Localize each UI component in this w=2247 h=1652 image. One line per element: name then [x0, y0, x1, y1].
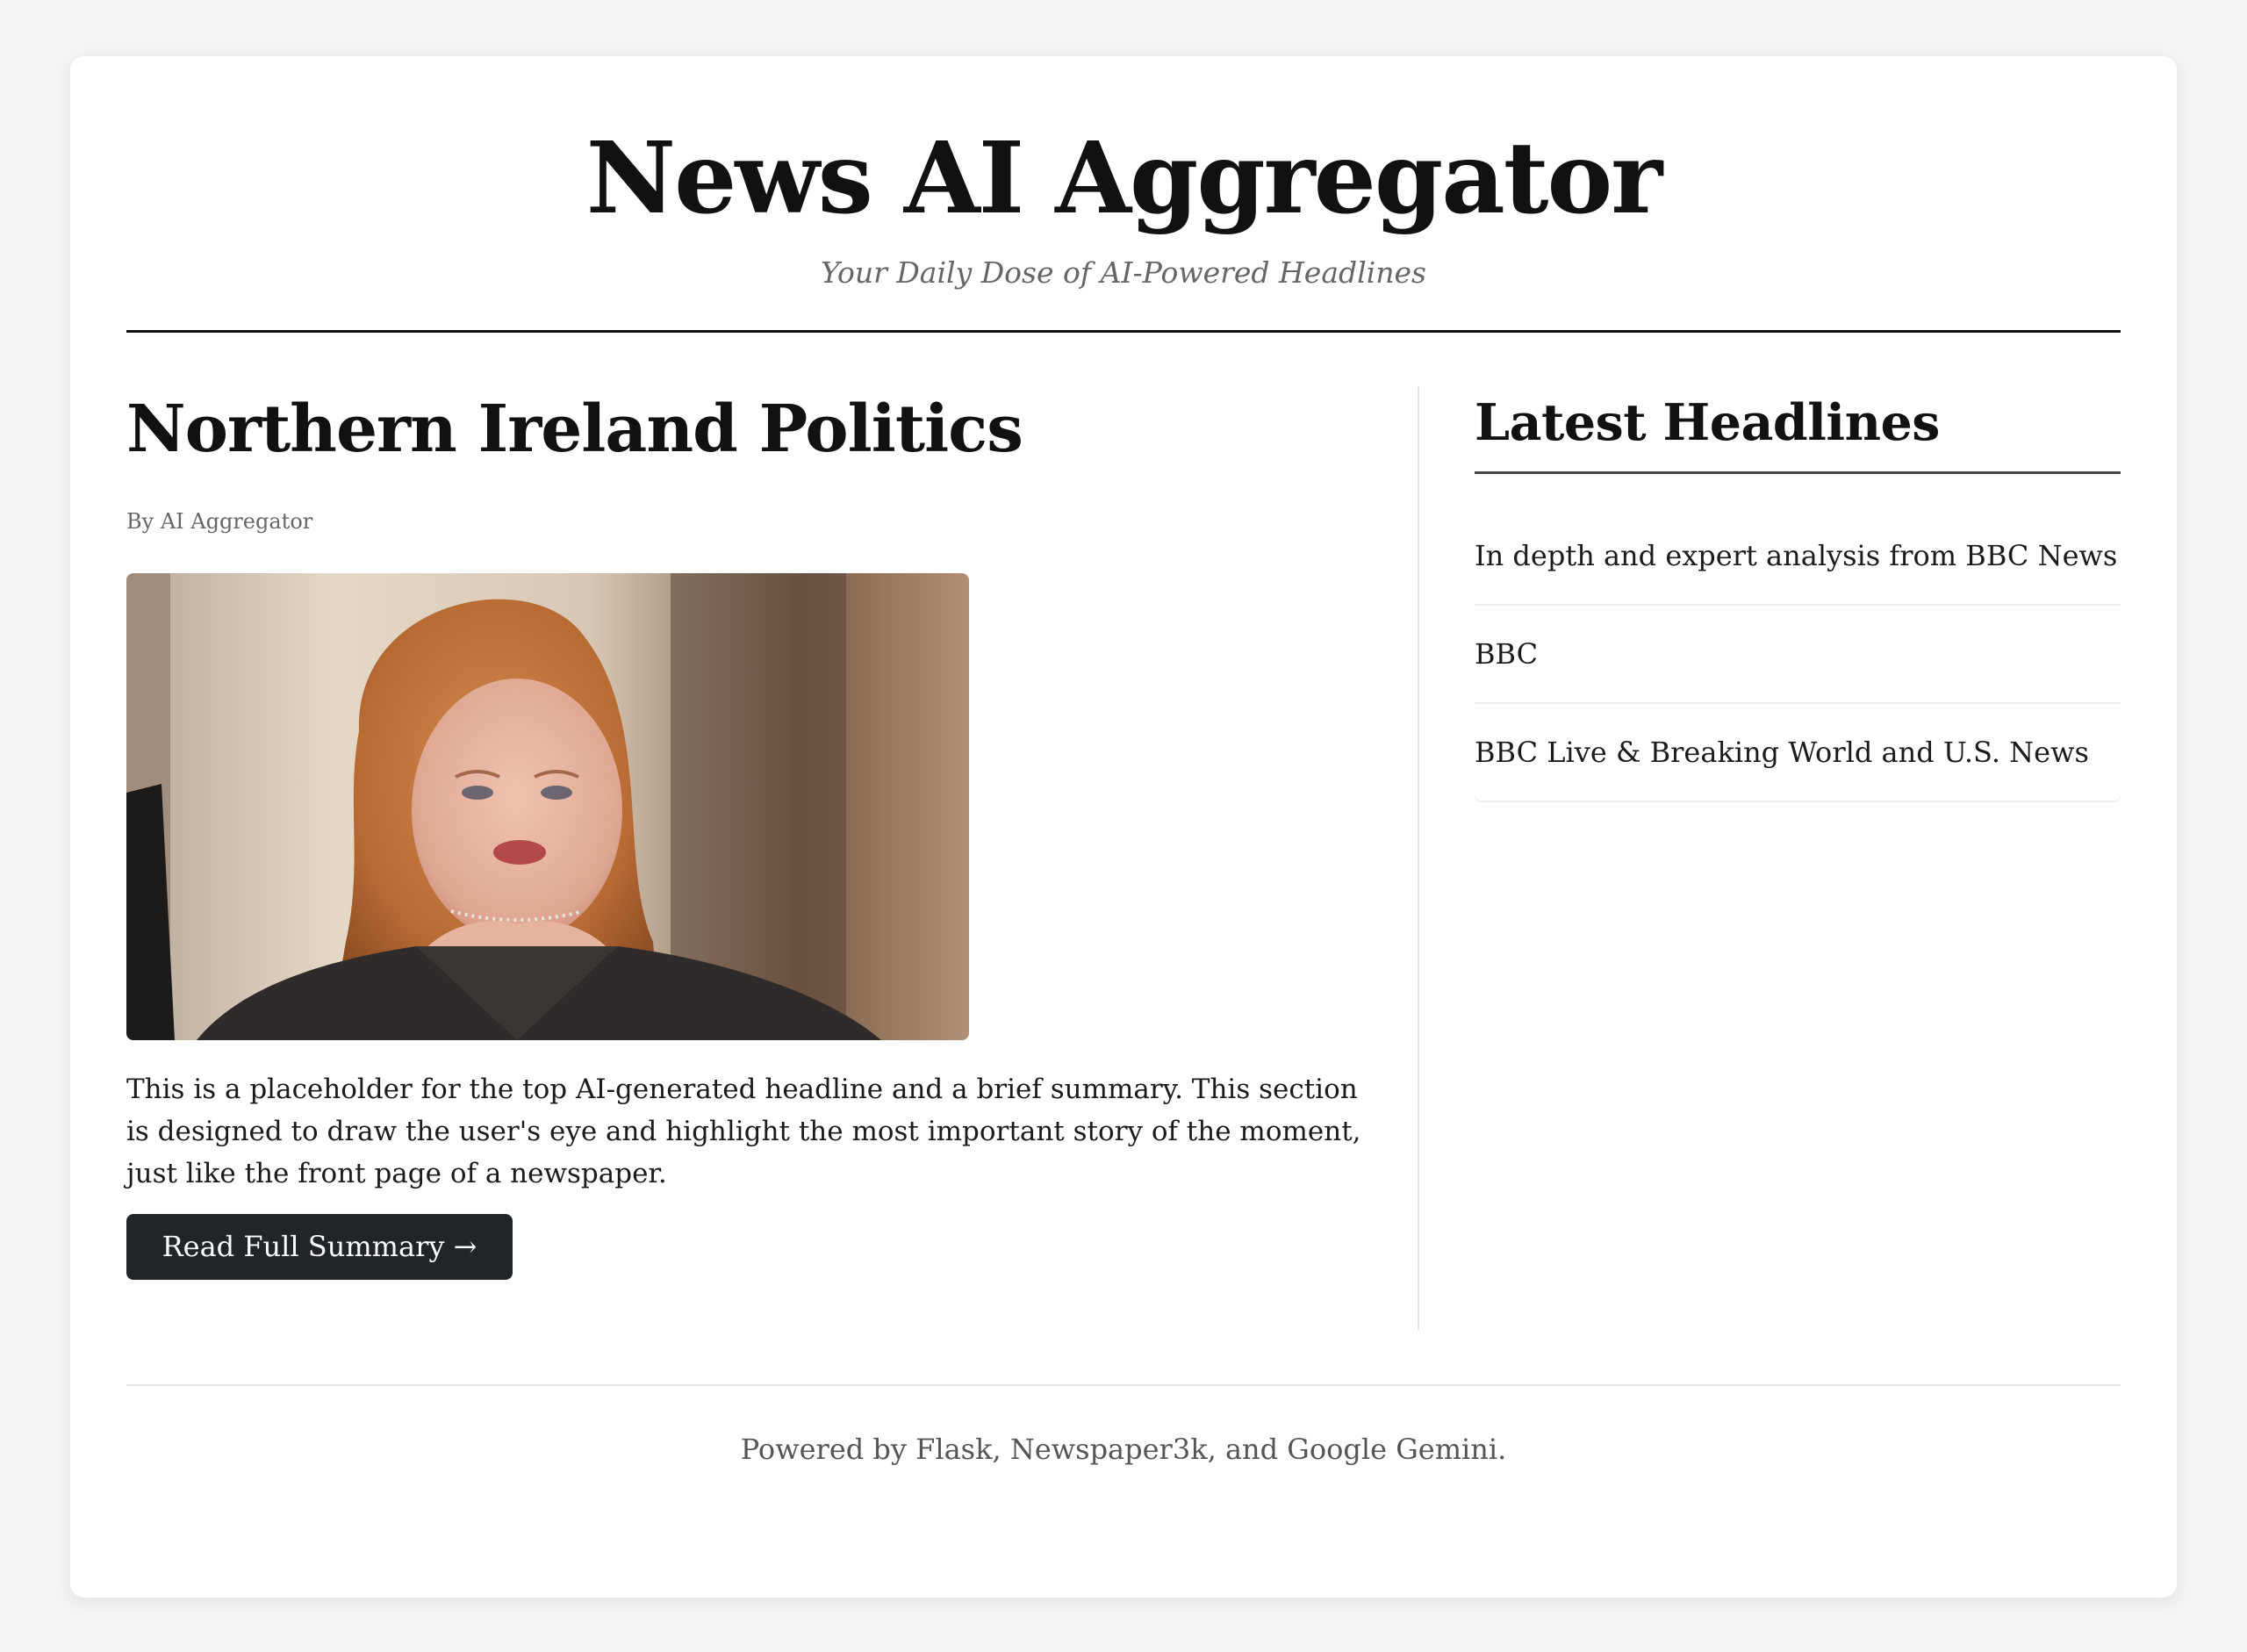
headline-item[interactable]: BBC Live & Breaking World and U.S. News: [1475, 704, 2121, 802]
top-story-title[interactable]: Northern Ireland Politics: [126, 385, 1417, 473]
page-footer: Powered by Flask, Newspaper3k, and Googl…: [126, 1384, 2121, 1467]
headline-list: In depth and expert analysis from BBC Ne…: [1475, 507, 2121, 802]
read-full-summary-button[interactable]: Read Full Summary →: [126, 1214, 513, 1280]
latest-headlines-sidebar: Latest Headlines In depth and expert ana…: [1475, 385, 2121, 802]
footer-text: Powered by Flask, Newspaper3k, and Googl…: [740, 1433, 1507, 1466]
top-story-image[interactable]: [126, 573, 969, 1040]
top-story-summary: This is a placeholder for the top AI-gen…: [126, 1074, 1361, 1189]
top-story: Northern Ireland Politics By AI Aggregat…: [126, 385, 1417, 1280]
column-divider: [1418, 386, 1419, 1330]
masthead: News AI Aggregator Your Daily Dose of AI…: [126, 56, 2121, 333]
sidebar-title: Latest Headlines: [1475, 385, 2121, 474]
page-card: News AI Aggregator Your Daily Dose of AI…: [70, 56, 2177, 1598]
headline-item[interactable]: BBC: [1475, 606, 2121, 704]
site-title: News AI Aggregator: [585, 121, 1663, 236]
headline-item[interactable]: In depth and expert analysis from BBC Ne…: [1475, 507, 2121, 606]
top-story-byline: By AI Aggregator: [126, 509, 313, 534]
site-tagline: Your Daily Dose of AI-Powered Headlines: [821, 255, 1426, 290]
